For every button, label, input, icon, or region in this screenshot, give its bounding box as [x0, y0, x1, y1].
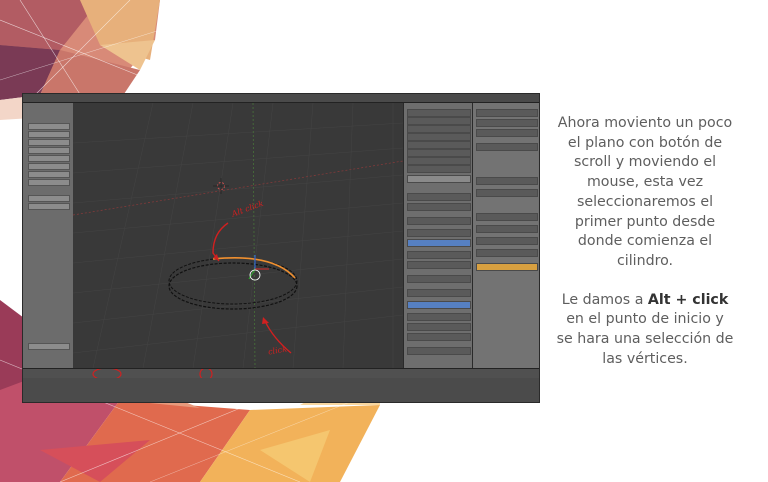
tool-button	[28, 147, 70, 154]
panel-row	[407, 301, 471, 309]
paragraph-2: Le damos a Alt + click en el punto de in…	[556, 291, 734, 370]
panel-row	[407, 175, 471, 183]
tool-button	[28, 195, 70, 202]
tool-button	[28, 131, 70, 138]
panel-row	[476, 109, 538, 117]
paragraph-2-prefix: Le damos a	[561, 291, 648, 308]
blender-3d-viewport	[73, 103, 403, 368]
panel-row	[476, 213, 538, 221]
tool-button	[28, 123, 70, 130]
tool-button	[28, 155, 70, 162]
panel-row	[407, 141, 471, 149]
panel-row	[407, 261, 471, 269]
panel-row	[407, 217, 471, 225]
panel-row	[407, 275, 471, 283]
panel-row	[407, 239, 471, 247]
panel-row	[407, 165, 471, 173]
panel-row	[407, 289, 471, 297]
panel-row	[476, 189, 538, 197]
tool-button	[28, 163, 70, 170]
panel-row	[407, 347, 471, 355]
blender-tool-shelf	[23, 103, 73, 368]
panel-row	[476, 119, 538, 127]
panel-row	[407, 149, 471, 157]
tool-button	[28, 171, 70, 178]
tool-button	[28, 203, 70, 210]
explanation-text: Ahora moviento un poco el plano con botó…	[556, 114, 734, 369]
panel-row	[407, 251, 471, 259]
blender-info-header	[23, 94, 539, 103]
panel-row	[407, 109, 471, 117]
panel-row	[476, 177, 538, 185]
panel-row	[407, 333, 471, 341]
panel-row	[476, 129, 538, 137]
blender-screenshot: Alt click click	[22, 93, 540, 403]
paragraph-1: Ahora moviento un poco el plano con botó…	[557, 115, 733, 269]
tool-button	[28, 139, 70, 146]
panel-row	[407, 323, 471, 331]
panel-row	[407, 193, 471, 201]
panel-row	[407, 117, 471, 125]
panel-row	[476, 237, 538, 245]
paragraph-2-suffix: en el punto de inicio y se hara una sele…	[556, 311, 734, 367]
panel-row	[407, 157, 471, 165]
blender-outliner-panel	[472, 103, 539, 368]
panel-row	[476, 263, 538, 271]
tool-button	[28, 343, 70, 350]
blender-timeline	[23, 378, 539, 402]
blender-properties-panel	[403, 103, 472, 368]
tool-button	[28, 179, 70, 186]
alt-click-highlight: Alt + click	[647, 291, 729, 308]
panel-row	[407, 125, 471, 133]
panel-row	[476, 143, 538, 151]
panel-row	[407, 203, 471, 211]
panel-row	[407, 133, 471, 141]
panel-row	[476, 249, 538, 257]
panel-row	[407, 229, 471, 237]
panel-row	[476, 225, 538, 233]
panel-row	[407, 313, 471, 321]
